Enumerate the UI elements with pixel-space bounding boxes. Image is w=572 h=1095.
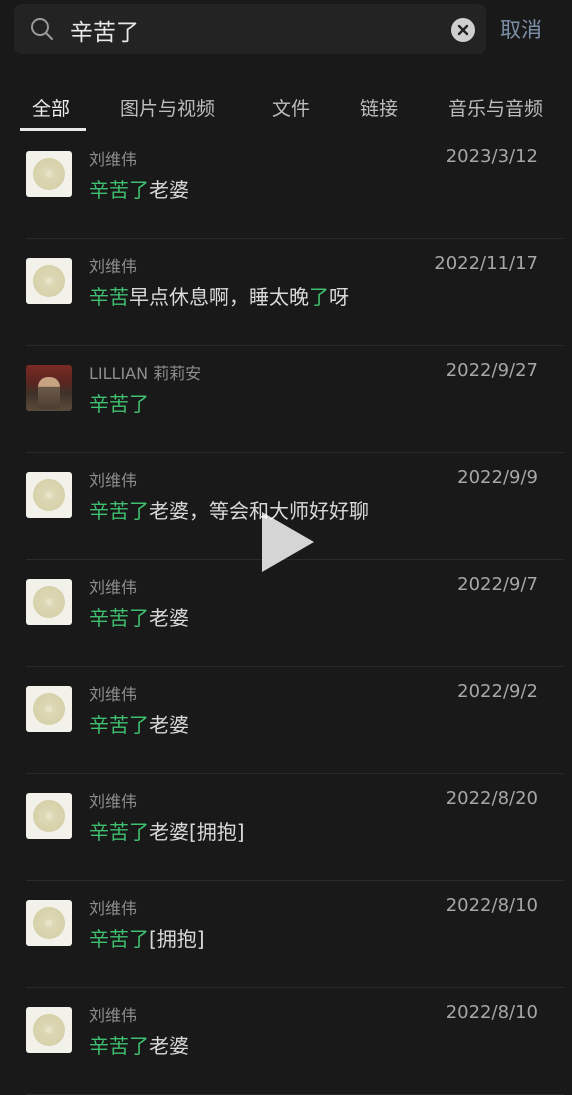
search-icon — [31, 18, 53, 40]
matched-keyword: 辛苦了 — [89, 1034, 149, 1058]
matched-keyword: 辛苦了 — [89, 606, 149, 630]
clear-icon[interactable] — [451, 18, 475, 42]
search-input[interactable] — [68, 10, 452, 50]
message-date: 2022/9/7 — [457, 574, 538, 595]
avatar — [26, 793, 72, 839]
result-item[interactable]: 刘维伟 2022/9/2 辛苦了老婆 — [0, 667, 572, 774]
disc-icon — [33, 800, 65, 832]
avatar — [26, 472, 72, 518]
message-text: 辛苦了老婆 — [89, 174, 189, 203]
message-date: 2022/11/17 — [434, 253, 538, 274]
matched-keyword: 了 — [309, 285, 329, 309]
disc-icon — [33, 586, 65, 618]
play-icon[interactable] — [262, 512, 314, 572]
tab-images-videos[interactable]: 图片与视频 — [120, 94, 215, 121]
message-fragment: 老婆 — [149, 178, 189, 202]
sender-name: 刘维伟 — [89, 685, 138, 704]
disc-icon — [33, 265, 65, 297]
result-item[interactable]: LILLIAN 莉莉安 2022/9/27 辛苦了 — [0, 346, 572, 453]
sender-name: 刘维伟 — [89, 150, 138, 169]
matched-keyword: 辛苦了 — [89, 820, 149, 844]
disc-icon — [33, 907, 65, 939]
message-fragment: 老婆 — [149, 1034, 189, 1058]
sender-name: 刘维伟 — [89, 578, 138, 597]
result-item[interactable]: 刘维伟 2022/8/20 辛苦了老婆[拥抱] — [0, 774, 572, 881]
sender-name: 刘维伟 — [89, 471, 138, 490]
search-bar — [14, 4, 486, 54]
disc-icon — [33, 1014, 65, 1046]
avatar — [26, 151, 72, 197]
matched-keyword: 辛苦了 — [89, 927, 149, 951]
message-text: 辛苦了老婆[拥抱] — [89, 816, 245, 845]
message-date: 2023/3/12 — [445, 146, 538, 167]
result-item[interactable]: 刘维伟 2022/9/7 辛苦了老婆 — [0, 560, 572, 667]
tab-files[interactable]: 文件 — [272, 94, 310, 121]
avatar — [26, 365, 72, 411]
message-fragment: 老婆，等会和大师好好聊 — [149, 499, 369, 523]
message-date: 2022/8/10 — [445, 1002, 538, 1023]
matched-keyword: 辛苦 — [89, 285, 129, 309]
message-fragment: 早点休息啊，睡太晚 — [129, 285, 309, 309]
sender-name: LILLIAN 莉莉安 — [89, 364, 202, 383]
message-text: 辛苦了老婆，等会和大师好好聊 — [89, 495, 369, 524]
message-text: 辛苦早点休息啊，睡太晚了呀 — [89, 281, 349, 310]
avatar-person — [38, 377, 60, 409]
matched-keyword: 辛苦了 — [89, 392, 149, 416]
tab-all[interactable]: 全部 — [32, 94, 70, 121]
matched-keyword: 辛苦了 — [89, 178, 149, 202]
result-item[interactable]: 刘维伟 2023/3/12 辛苦了老婆 — [0, 132, 572, 239]
message-date: 2022/9/2 — [457, 681, 538, 702]
cancel-button[interactable]: 取消 — [500, 14, 542, 44]
disc-icon — [33, 693, 65, 725]
matched-keyword: 辛苦了 — [89, 499, 149, 523]
avatar — [26, 579, 72, 625]
message-fragment: 老婆 — [149, 606, 189, 630]
sender-name: 刘维伟 — [89, 1006, 138, 1025]
result-item[interactable]: 刘维伟 2022/8/10 辛苦了老婆 — [0, 988, 572, 1095]
message-fragment: 老婆 — [149, 713, 189, 737]
avatar — [26, 900, 72, 946]
avatar — [26, 1007, 72, 1053]
message-fragment: [拥抱] — [149, 927, 205, 951]
sender-name: 刘维伟 — [89, 899, 138, 918]
active-tab-indicator — [20, 128, 86, 131]
message-text: 辛苦了 — [89, 388, 149, 417]
matched-keyword: 辛苦了 — [89, 713, 149, 737]
disc-icon — [33, 158, 65, 190]
message-text: 辛苦了老婆 — [89, 709, 189, 738]
tab-bar: 全部 图片与视频 文件 链接 音乐与音频 — [0, 88, 572, 132]
message-fragment: 呀 — [329, 285, 349, 309]
message-text: 辛苦了老婆 — [89, 1030, 189, 1059]
result-item[interactable]: 刘维伟 2022/11/17 辛苦早点休息啊，睡太晚了呀 — [0, 239, 572, 346]
message-date: 2022/9/9 — [457, 467, 538, 488]
disc-icon — [33, 479, 65, 511]
avatar — [26, 258, 72, 304]
message-text: 辛苦了[拥抱] — [89, 923, 205, 952]
message-date: 2022/8/20 — [445, 788, 538, 809]
result-item[interactable]: 刘维伟 2022/8/10 辛苦了[拥抱] — [0, 881, 572, 988]
tab-music-audio[interactable]: 音乐与音频 — [448, 94, 543, 121]
message-text: 辛苦了老婆 — [89, 602, 189, 631]
avatar — [26, 686, 72, 732]
sender-name: 刘维伟 — [89, 257, 138, 276]
search-results-list: 刘维伟 2023/3/12 辛苦了老婆 刘维伟 2022/11/17 辛苦早点休息啊，睡太… — [0, 132, 572, 1095]
message-fragment: 老婆[拥抱] — [149, 820, 245, 844]
tab-links[interactable]: 链接 — [360, 94, 398, 121]
sender-name: 刘维伟 — [89, 792, 138, 811]
message-date: 2022/8/10 — [445, 895, 538, 916]
message-date: 2022/9/27 — [445, 360, 538, 381]
